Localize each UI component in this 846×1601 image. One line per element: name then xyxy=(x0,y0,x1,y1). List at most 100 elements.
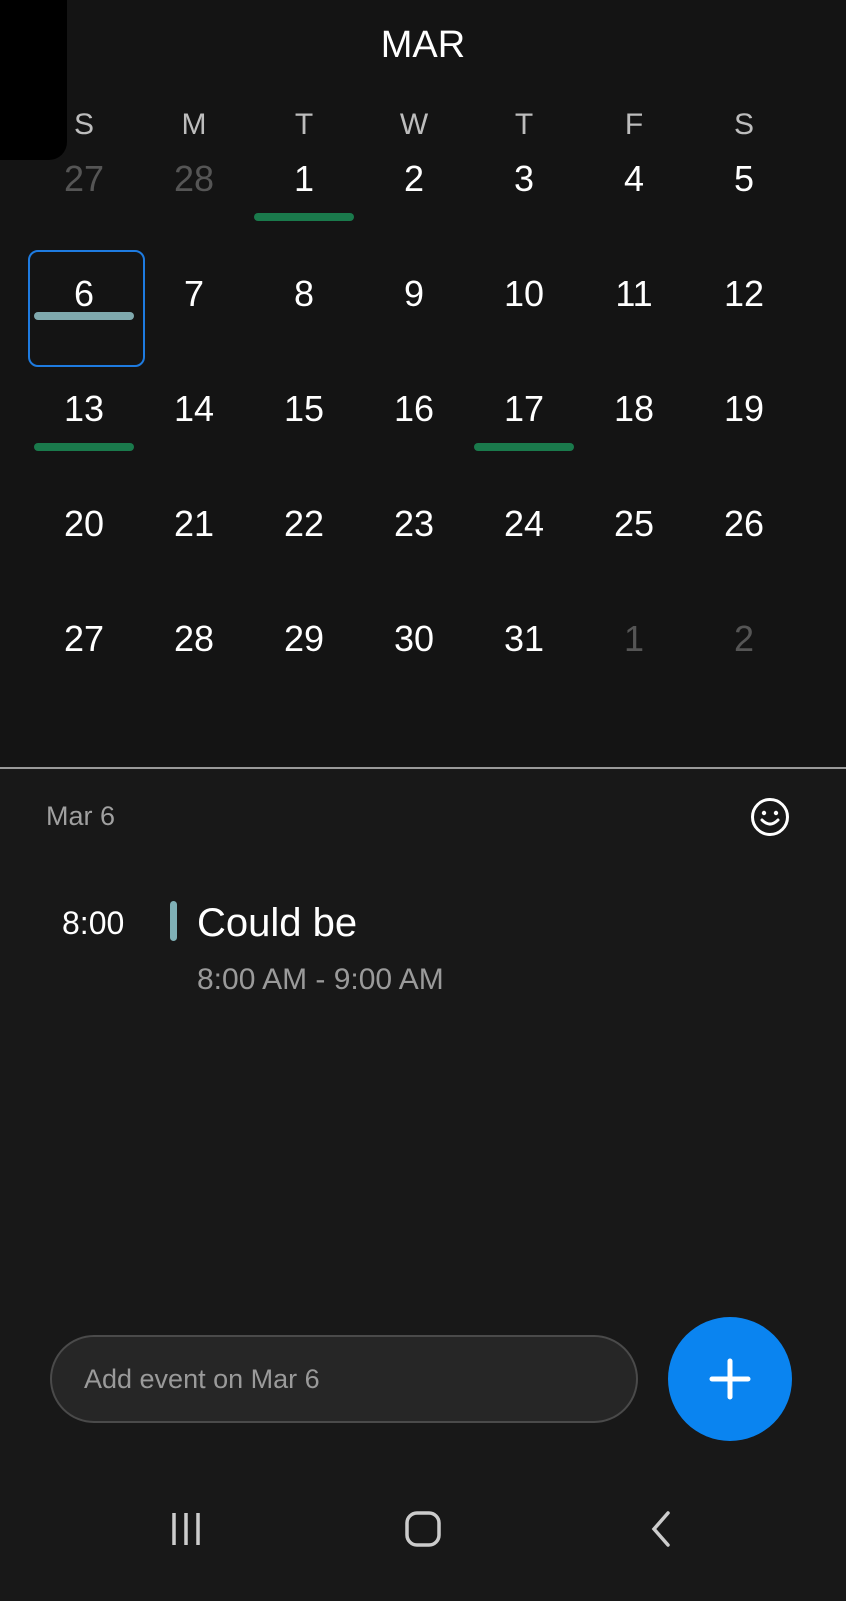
event-marker xyxy=(34,312,134,320)
month-title[interactable]: MAR xyxy=(0,24,846,67)
weekday-label: S xyxy=(73,108,94,141)
back-button[interactable] xyxy=(632,1499,692,1559)
day-cell[interactable]: 11 xyxy=(579,267,689,382)
day-cell[interactable]: 24 xyxy=(469,497,579,612)
day-cell[interactable]: 2 xyxy=(689,612,799,727)
day-number: 17 xyxy=(503,388,545,429)
day-number: 21 xyxy=(173,503,215,544)
weekday-header: SMTWTFS xyxy=(29,108,799,152)
event-time: 8:00 xyxy=(62,905,125,941)
weekday-label: S xyxy=(733,108,754,141)
day-number: 31 xyxy=(503,618,545,659)
day-cell[interactable]: 8 xyxy=(249,267,359,382)
day-cell[interactable]: 20 xyxy=(29,497,139,612)
day-cell[interactable]: 28 xyxy=(139,152,249,267)
event-time-range: 8:00 AM - 9:00 AM xyxy=(197,963,444,996)
home-icon xyxy=(405,1511,441,1547)
back-icon xyxy=(651,1511,670,1547)
home-button[interactable] xyxy=(393,1499,453,1559)
day-number: 22 xyxy=(283,503,325,544)
day-number: 30 xyxy=(393,618,435,659)
day-cell[interactable]: 16 xyxy=(359,382,469,497)
day-cell[interactable]: 29 xyxy=(249,612,359,727)
month-grid: SMTWTFS 27 28 1 2 3 4 5 6 7 8 9 10 11 12 13 14 15 16 17 18 1… xyxy=(28,108,799,727)
event-color-bar xyxy=(170,901,177,941)
day-cell[interactable]: 26 xyxy=(689,497,799,612)
day-number: 7 xyxy=(183,273,205,314)
day-number: 19 xyxy=(723,388,765,429)
day-number: 9 xyxy=(403,273,425,314)
day-cell[interactable]: 28 xyxy=(139,612,249,727)
day-cell[interactable]: 10 xyxy=(469,267,579,382)
day-cell[interactable]: 2 xyxy=(359,152,469,267)
day-number: 24 xyxy=(503,503,545,544)
day-cell[interactable]: 13 xyxy=(29,382,139,497)
selected-date: Mar 6 xyxy=(46,801,116,831)
day-number: 28 xyxy=(173,618,215,659)
day-number: 10 xyxy=(503,273,545,314)
day-number: 11 xyxy=(615,273,653,314)
day-cell[interactable]: 22 xyxy=(249,497,359,612)
day-cell[interactable]: 15 xyxy=(249,382,359,497)
week-row: 27 28 29 30 31 1 2 xyxy=(29,612,799,727)
day-number: 16 xyxy=(393,388,435,429)
event-title: Could be xyxy=(197,901,358,945)
system-nav-bar xyxy=(0,1499,846,1559)
smiley-icon[interactable] xyxy=(750,797,790,837)
day-number: 23 xyxy=(393,503,435,544)
day-number: 13 xyxy=(63,388,105,429)
day-cell[interactable]: 1 xyxy=(249,152,359,267)
weekday-label: F xyxy=(624,108,644,141)
recent-apps-icon xyxy=(172,1513,200,1545)
week-row: 13 14 15 16 17 18 19 xyxy=(29,382,799,497)
day-cell[interactable]: 4 xyxy=(579,152,689,267)
day-cell[interactable]: 23 xyxy=(359,497,469,612)
day-number: 29 xyxy=(283,618,325,659)
day-cell[interactable]: 3 xyxy=(469,152,579,267)
day-cell[interactable]: 21 xyxy=(139,497,249,612)
day-cell[interactable]: 17 xyxy=(469,382,579,497)
day-cell[interactable]: 9 xyxy=(359,267,469,382)
day-number: 5 xyxy=(733,158,755,199)
weekday-label: T xyxy=(514,108,534,141)
event-marker xyxy=(254,213,354,221)
agenda-panel: Mar 6 8:00 Could be 8:00 AM - 9:00 AM xyxy=(0,769,846,1601)
day-number: 2 xyxy=(733,618,755,659)
recent-apps-button[interactable] xyxy=(156,1499,216,1559)
day-number: 8 xyxy=(293,273,315,314)
day-number: 6 xyxy=(73,273,95,314)
add-event-button[interactable] xyxy=(668,1317,792,1441)
day-number: 18 xyxy=(613,388,655,429)
day-number: 27 xyxy=(63,158,105,199)
week-row: 6 7 8 9 10 11 12 xyxy=(28,250,799,382)
weekday-label: W xyxy=(399,108,429,141)
day-number: 4 xyxy=(623,158,645,199)
day-number: 27 xyxy=(63,618,105,659)
day-cell[interactable]: 7 xyxy=(139,267,249,382)
plus-icon xyxy=(709,1358,751,1400)
day-number: 20 xyxy=(63,503,105,544)
day-number: 28 xyxy=(173,158,215,199)
day-cell[interactable]: 5 xyxy=(689,152,799,267)
day-cell[interactable]: 25 xyxy=(579,497,689,612)
day-number: 12 xyxy=(723,273,765,314)
day-cell[interactable]: 1 xyxy=(579,612,689,727)
day-number: 26 xyxy=(723,503,765,544)
day-cell-selected[interactable]: 6 xyxy=(28,250,145,382)
day-number: 1 xyxy=(623,618,645,659)
day-cell[interactable]: 30 xyxy=(359,612,469,727)
day-cell[interactable]: 18 xyxy=(579,382,689,497)
day-cell[interactable]: 27 xyxy=(29,612,139,727)
day-number: 25 xyxy=(613,503,655,544)
day-number: 2 xyxy=(403,158,425,199)
day-number: 15 xyxy=(283,388,325,429)
event-marker xyxy=(474,443,574,451)
day-number: 14 xyxy=(173,388,215,429)
day-cell[interactable]: 31 xyxy=(469,612,579,727)
day-cell[interactable]: 19 xyxy=(689,382,799,497)
add-event-input[interactable] xyxy=(50,1335,638,1423)
day-cell[interactable]: 12 xyxy=(689,267,799,382)
day-number: 3 xyxy=(513,158,535,199)
day-cell[interactable]: 14 xyxy=(139,382,249,497)
week-row: 27 28 1 2 3 4 5 xyxy=(29,152,799,267)
